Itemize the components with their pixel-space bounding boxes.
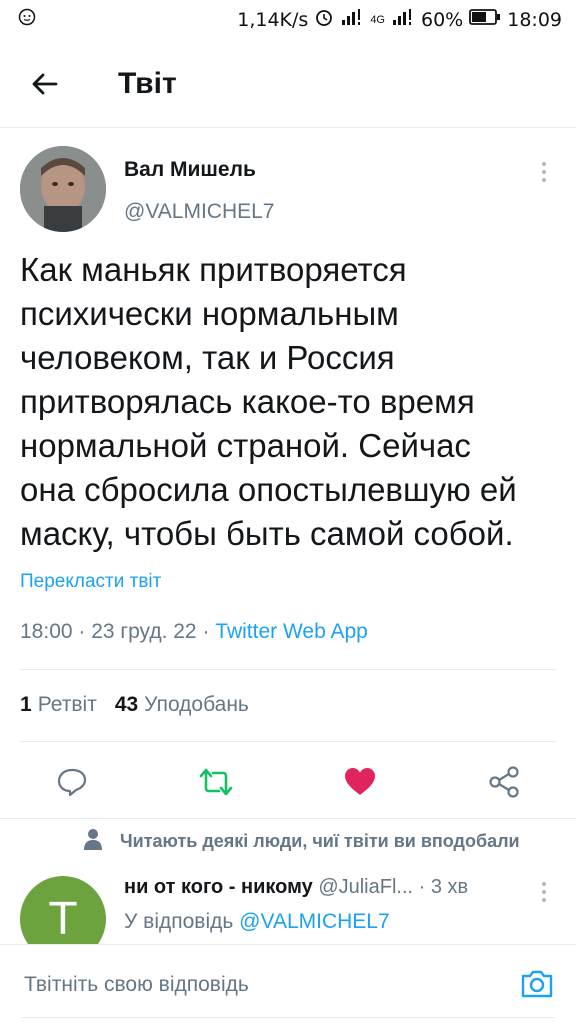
- meta-separator: ·: [78, 620, 92, 643]
- author-name[interactable]: Вал Мишель: [124, 158, 256, 182]
- divider: [20, 669, 556, 670]
- signal-4g-icon: [391, 8, 415, 32]
- share-button[interactable]: [484, 762, 524, 802]
- page-title: Твіт: [118, 66, 177, 100]
- tweet-date: 23 груд. 22: [91, 620, 197, 643]
- arrow-left-icon: [32, 73, 58, 94]
- person-icon: [84, 828, 102, 855]
- more-options-button[interactable]: [538, 160, 550, 184]
- likes-label: Уподобань: [144, 693, 249, 716]
- reply-to-label: У відповідь: [124, 910, 234, 933]
- retweets-label: Ретвіт: [37, 693, 97, 716]
- reply-time: 3 хв: [430, 876, 469, 898]
- reply-more-button[interactable]: [538, 880, 550, 904]
- tweet-stats: 1 Ретвіт 43 Уподобань: [20, 693, 249, 717]
- like-button[interactable]: [340, 762, 380, 802]
- retweet-button[interactable]: [196, 762, 236, 802]
- tweet-text-line: притворялась какое-то время: [20, 383, 475, 420]
- author-handle[interactable]: @VALMICHEL7: [124, 200, 274, 224]
- tweet-source-link[interactable]: Twitter Web App: [215, 620, 368, 643]
- status-bar: 1,14K/s 4G 60% 18:09: [0, 0, 576, 40]
- reply-author-handle[interactable]: @JuliaFl...: [318, 876, 413, 898]
- reply-to-line: У відповідь @VALMICHEL7: [124, 910, 390, 934]
- battery-icon: [469, 8, 501, 32]
- network-speed: 1,14K/s: [237, 9, 309, 31]
- social-context-text: Читають деякі люди, чиї твіти ви вподоба…: [120, 831, 520, 851]
- composer-underline: [20, 1017, 556, 1018]
- tweet-text: Как маньяк притворяется психически норма…: [20, 248, 570, 556]
- likes-count: 43: [114, 693, 139, 716]
- tweet-meta: 18:00 · 23 груд. 22 · Twitter Web App: [20, 620, 368, 644]
- alarm-icon: [314, 7, 334, 33]
- app-bar: Твіт: [0, 40, 576, 128]
- tweet-time: 18:00: [20, 620, 73, 643]
- reply-author-name[interactable]: ни от кого - никому: [124, 876, 313, 898]
- reply-avatar[interactable]: T: [20, 876, 106, 944]
- battery-level: 60%: [421, 9, 464, 31]
- clock: 18:09: [507, 9, 562, 31]
- avatar[interactable]: [20, 146, 106, 232]
- share-icon: [489, 766, 519, 798]
- camera-icon: [521, 970, 553, 998]
- section-divider: [0, 818, 576, 819]
- tweet-text-line: нормальной страной. Сейчас: [20, 427, 471, 464]
- heart-icon: [345, 768, 375, 795]
- camera-button[interactable]: [520, 967, 554, 1001]
- network-type: 4G: [370, 14, 385, 26]
- meta-separator: ·: [202, 620, 216, 643]
- back-button[interactable]: [14, 54, 74, 114]
- translate-tweet-link[interactable]: Перекласти твіт: [20, 571, 161, 593]
- social-context: Читають деякі люди, чиї твіти ви вподоба…: [84, 828, 520, 855]
- notification-icon: [18, 8, 36, 32]
- tweet-author: Вал Мишель @VALMICHEL7: [0, 128, 576, 238]
- tweet-actions: [0, 748, 576, 818]
- reply-time-separator: ·: [418, 876, 431, 898]
- reply-composer[interactable]: Твітніть свою відповідь: [0, 944, 576, 1024]
- tweet-text-line: она сбросила опостылевшую ей: [20, 471, 517, 508]
- reply-header: ни от кого - никому @JuliaFl... · 3 хв: [124, 876, 468, 899]
- reply-tweet[interactable]: T ни от кого - никому @JuliaFl... · 3 хв…: [0, 864, 576, 944]
- author-photo: [20, 146, 106, 232]
- tweet-detail: Вал Мишель @VALMICHEL7 Как маньяк притво…: [0, 128, 576, 798]
- reply-to-mention[interactable]: @VALMICHEL7: [239, 910, 389, 933]
- tweet-text-line: Как маньяк притворяется: [20, 251, 407, 288]
- signal-icon: [340, 8, 364, 32]
- retweet-icon: [199, 768, 233, 796]
- reply-input[interactable]: Твітніть свою відповідь: [24, 973, 249, 997]
- more-vertical-icon: [542, 882, 546, 902]
- reply-button[interactable]: [52, 762, 92, 802]
- tweet-text-line: человеком, так и Россия: [20, 339, 395, 376]
- likes-stat[interactable]: 43 Уподобань: [115, 693, 249, 717]
- retweets-count: 1: [20, 693, 32, 716]
- more-vertical-icon: [542, 162, 546, 182]
- tweet-text-line: психически нормальным: [20, 295, 399, 332]
- tweet-text-line: маску, чтобы быть самой собой.: [20, 515, 514, 552]
- retweets-stat[interactable]: 1 Ретвіт: [20, 693, 97, 717]
- divider: [20, 741, 556, 742]
- reply-icon: [57, 768, 87, 797]
